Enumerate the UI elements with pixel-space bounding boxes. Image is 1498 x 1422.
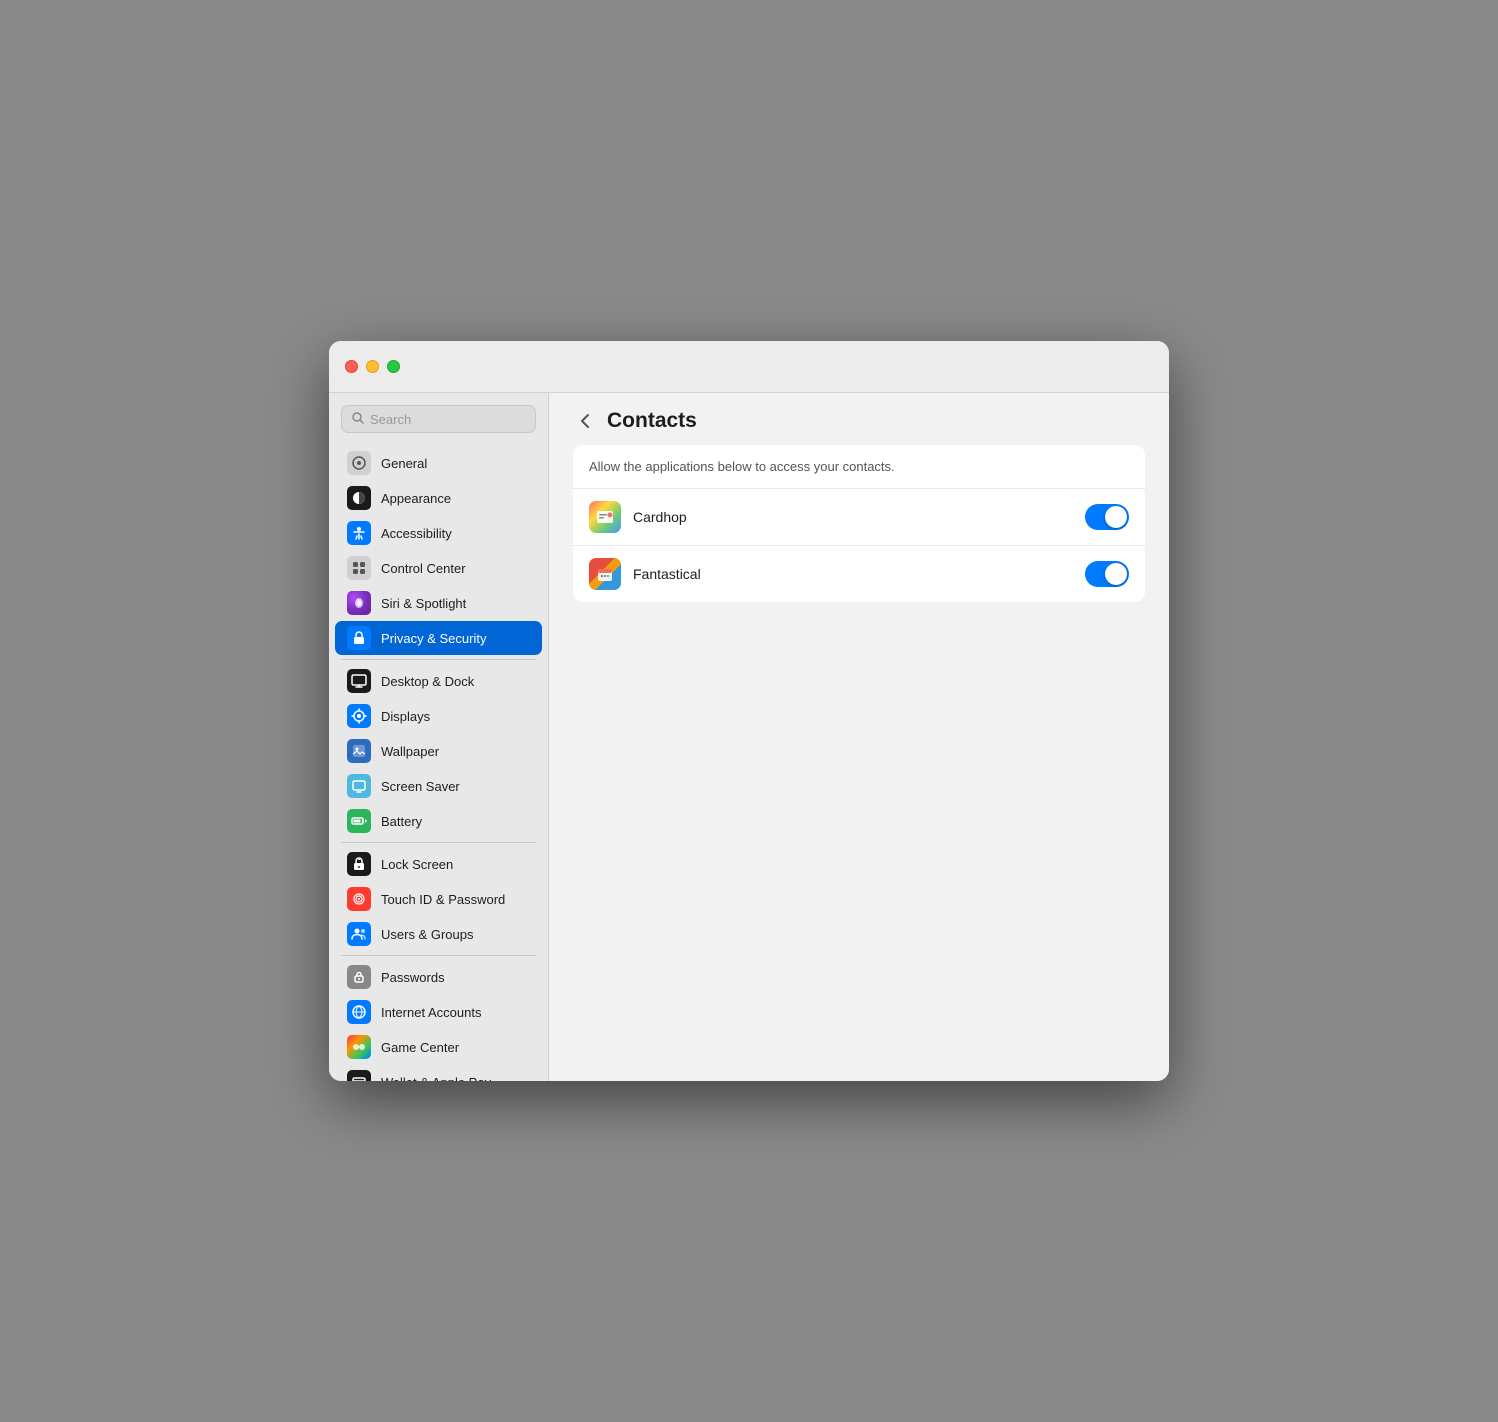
desktop-icon [347, 669, 371, 693]
fantastical-app-name: Fantastical [633, 566, 1073, 582]
lockscreen-icon [347, 852, 371, 876]
sidebar-item-label-battery: Battery [381, 814, 422, 829]
search-icon [352, 412, 364, 427]
cardhop-toggle[interactable] [1085, 504, 1129, 530]
sidebar-item-passwords[interactable]: Passwords [335, 960, 542, 994]
sidebar-item-label-lockscreen: Lock Screen [381, 857, 453, 872]
search-placeholder: Search [370, 412, 411, 427]
content-area: Search General [329, 393, 1169, 1081]
traffic-lights [345, 360, 400, 373]
sidebar-item-label-wallpaper: Wallpaper [381, 744, 439, 759]
sidebar-item-label-general: General [381, 456, 427, 471]
app-row-fantastical: Fantastical [573, 545, 1145, 602]
sidebar: Search General [329, 393, 549, 1081]
divider-2 [341, 842, 536, 843]
sidebar-item-label-appearance: Appearance [381, 491, 451, 506]
page-title: Contacts [607, 409, 697, 433]
sidebar-item-label-displays: Displays [381, 709, 430, 724]
sidebar-item-label-internet: Internet Accounts [381, 1005, 481, 1020]
sidebar-section-2: Desktop & Dock Displays [329, 664, 548, 838]
fantastical-app-icon [589, 558, 621, 590]
sidebar-item-gamecenter[interactable]: Game Center [335, 1030, 542, 1064]
privacy-icon [347, 626, 371, 650]
sidebar-item-internet[interactable]: Internet Accounts [335, 995, 542, 1029]
appearance-icon [347, 486, 371, 510]
sidebar-item-accessibility[interactable]: Accessibility [335, 516, 542, 550]
sidebar-item-privacy[interactable]: Privacy & Security [335, 621, 542, 655]
sidebar-item-siri[interactable]: Siri & Spotlight [335, 586, 542, 620]
sidebar-item-wallet[interactable]: Wallet & Apple Pay [335, 1065, 542, 1081]
minimize-button[interactable] [366, 360, 379, 373]
screensaver-icon [347, 774, 371, 798]
sidebar-item-label-wallet: Wallet & Apple Pay [381, 1075, 491, 1082]
sidebar-section-4: Passwords Internet Accounts [329, 960, 548, 1081]
system-preferences-window: Search General [329, 341, 1169, 1081]
sidebar-item-displays[interactable]: Displays [335, 699, 542, 733]
divider-3 [341, 955, 536, 956]
sidebar-item-label-screensaver: Screen Saver [381, 779, 460, 794]
sidebar-item-desktop[interactable]: Desktop & Dock [335, 664, 542, 698]
main-content-area: Contacts Allow the applications below to… [549, 393, 1169, 1081]
users-icon [347, 922, 371, 946]
search-container: Search [329, 393, 548, 441]
sidebar-item-appearance[interactable]: Appearance [335, 481, 542, 515]
sidebar-item-lockscreen[interactable]: Lock Screen [335, 847, 542, 881]
general-icon [347, 451, 371, 475]
divider-1 [341, 659, 536, 660]
sidebar-item-label-controlcenter: Control Center [381, 561, 466, 576]
close-button[interactable] [345, 360, 358, 373]
sidebar-item-label-passwords: Passwords [381, 970, 445, 985]
cardhop-app-icon [589, 501, 621, 533]
sidebar-item-label-accessibility: Accessibility [381, 526, 452, 541]
sidebar-item-users[interactable]: Users & Groups [335, 917, 542, 951]
sidebar-item-battery[interactable]: Battery [335, 804, 542, 838]
app-row-cardhop: Cardhop [573, 489, 1145, 545]
sidebar-section-3: Lock Screen Touch ID & Password [329, 847, 548, 951]
search-box[interactable]: Search [341, 405, 536, 433]
passwords-icon [347, 965, 371, 989]
sidebar-item-label-privacy: Privacy & Security [381, 631, 486, 646]
siri-icon [347, 591, 371, 615]
back-button[interactable] [573, 409, 597, 433]
wallpaper-icon [347, 739, 371, 763]
sidebar-item-label-gamecenter: Game Center [381, 1040, 459, 1055]
sidebar-item-label-desktop: Desktop & Dock [381, 674, 474, 689]
sidebar-section-1: General Appearance [329, 446, 548, 655]
wallet-icon [347, 1070, 371, 1081]
fantastical-toggle[interactable] [1085, 561, 1129, 587]
battery-icon [347, 809, 371, 833]
pane-description: Allow the applications below to access y… [573, 445, 1145, 489]
accessibility-icon [347, 521, 371, 545]
sidebar-item-general[interactable]: General [335, 446, 542, 480]
sidebar-item-label-users: Users & Groups [381, 927, 473, 942]
displays-icon [347, 704, 371, 728]
touchid-icon [347, 887, 371, 911]
sidebar-item-wallpaper[interactable]: Wallpaper [335, 734, 542, 768]
sidebar-item-touchid[interactable]: Touch ID & Password [335, 882, 542, 916]
main-scrollable: Allow the applications below to access y… [549, 445, 1169, 1081]
sidebar-item-controlcenter[interactable]: Control Center [335, 551, 542, 585]
main-header: Contacts [549, 393, 1169, 445]
sidebar-list: General Appearance [329, 441, 548, 1081]
sidebar-item-screensaver[interactable]: Screen Saver [335, 769, 542, 803]
sidebar-item-label-siri: Siri & Spotlight [381, 596, 466, 611]
gamecenter-icon [347, 1035, 371, 1059]
maximize-button[interactable] [387, 360, 400, 373]
controlcenter-icon [347, 556, 371, 580]
contacts-pane: Allow the applications below to access y… [573, 445, 1145, 602]
sidebar-item-label-touchid: Touch ID & Password [381, 892, 505, 907]
titlebar [329, 341, 1169, 393]
internet-icon [347, 1000, 371, 1024]
cardhop-app-name: Cardhop [633, 509, 1073, 525]
